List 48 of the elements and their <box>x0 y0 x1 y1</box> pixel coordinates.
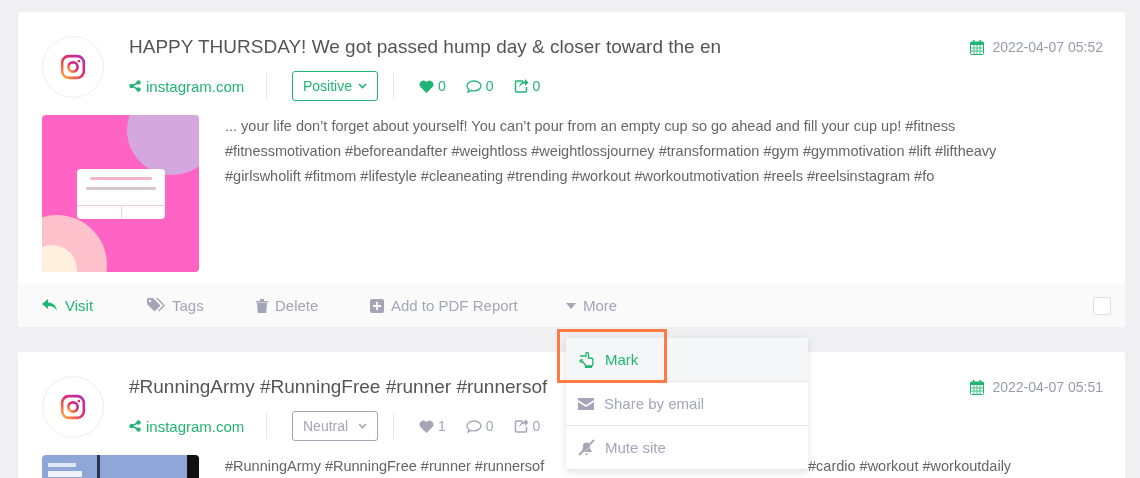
share-icon <box>129 80 141 92</box>
more-action[interactable]: More <box>566 297 646 314</box>
instagram-icon <box>60 394 86 420</box>
menu-item[interactable]: Share by email <box>566 382 808 426</box>
reply-icon <box>42 299 58 312</box>
share-icon <box>129 420 141 432</box>
delete-action[interactable]: Delete <box>256 297 370 314</box>
shares-count: 0 <box>532 78 541 94</box>
tags-icon <box>147 298 165 313</box>
post-title: #RunningArmy #RunningFree #runner #runnersof <box>129 376 548 398</box>
comment-icon <box>465 79 482 93</box>
muted-bell-icon <box>578 439 595 456</box>
post-date: 2022-04-07 05:52 <box>992 39 1103 55</box>
chevron-icon <box>358 423 367 429</box>
pdf-action[interactable]: Add to PDF Report <box>370 297 566 314</box>
post-title: HAPPY THURSDAY! We got passed hump day & closer toward the en <box>129 36 722 58</box>
heart-icon <box>419 79 434 93</box>
comments-count: 0 <box>485 418 494 434</box>
shares-count: 0 <box>532 418 541 434</box>
visit-action[interactable]: Visit <box>42 297 147 314</box>
chevron-icon <box>358 83 367 89</box>
heart-icon <box>419 419 434 433</box>
likes-count: 1 <box>438 418 446 434</box>
pointing-hand-icon <box>578 351 595 368</box>
calendar-icon <box>970 39 985 55</box>
calendar-icon <box>970 379 985 395</box>
source-link[interactable]: instagram.com <box>129 417 249 435</box>
envelope-icon <box>578 397 594 410</box>
sentiment-dropdown[interactable]: Neutral <box>292 411 378 441</box>
post-text: #RunningArmy #RunningFree #runner #runnersof <box>225 457 546 476</box>
select-checkbox[interactable] <box>1093 296 1111 315</box>
menu-item[interactable]: Mute site <box>566 426 808 470</box>
comment-icon <box>465 419 482 433</box>
comments-count: 0 <box>485 78 494 94</box>
sentiment-dropdown[interactable]: Positive <box>292 71 378 101</box>
post-text: ... your life don’t forget about yourself! You can’t pour from an empty cup so go ahead and fill your cup up! #fitness #fitnessmotivation #beforeandafter #weightloss #weightlossjourney #transformation #gym #gymmotivation #lift #liftheavy #girlswholift #fitmom #lifestyle #cleaneating #trending #workout #workoutmotivation #reels #reelsinstagram #fo <box>225 117 998 186</box>
post-text: #cardio #workout #workoutdaily <box>808 457 1012 476</box>
likes-count: 0 <box>438 78 446 94</box>
share-icon <box>513 419 529 433</box>
post-date: 2022-04-07 05:51 <box>992 379 1103 395</box>
tags-action[interactable]: Tags <box>147 297 256 314</box>
source-link[interactable]: instagram.com <box>129 77 249 95</box>
share-icon <box>513 79 529 93</box>
trash-icon <box>256 298 268 313</box>
menu-item[interactable]: Mark <box>566 338 808 382</box>
caret-icon <box>566 302 576 309</box>
instagram-icon <box>60 54 86 80</box>
plus-square-icon <box>370 298 384 313</box>
